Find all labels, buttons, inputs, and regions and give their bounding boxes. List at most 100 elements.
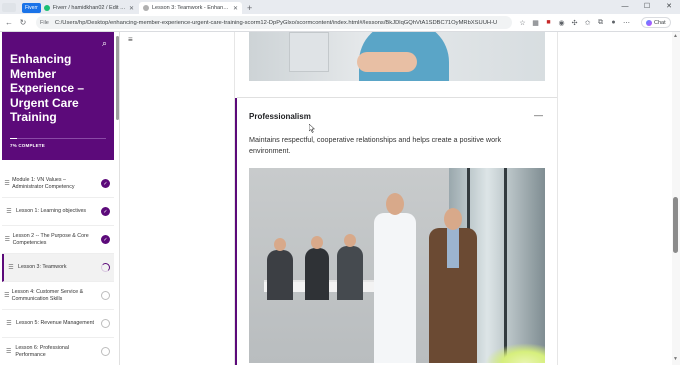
profile-avatar-icon[interactable]: ● bbox=[607, 19, 620, 26]
plus-icon[interactable]: + bbox=[247, 2, 252, 14]
empty-circle-icon bbox=[101, 347, 110, 356]
lesson-content: ≡ Professionalism — Maintains respectful… bbox=[121, 32, 680, 365]
head-shape bbox=[344, 234, 356, 247]
arm-shape bbox=[357, 52, 417, 72]
search-icon[interactable]: ⌕ bbox=[102, 38, 107, 49]
course-sidebar: ⌕ Enhancing Member Experience – Urgent C… bbox=[0, 32, 120, 365]
close-tab-icon[interactable]: ✕ bbox=[233, 5, 238, 12]
page-favicon-icon bbox=[143, 5, 149, 11]
toolbar: ☆ ▦ ■ ◉ ✣ ✩ ⧉ ● ⋯ bbox=[516, 19, 633, 27]
favorites-icon[interactable]: ✩ bbox=[581, 19, 594, 27]
lesson-item[interactable]: ☰ Lesson 6: Professional Performance bbox=[2, 338, 114, 365]
empty-circle-icon bbox=[101, 319, 110, 328]
refresh-icon[interactable]: ↻ bbox=[16, 18, 30, 27]
puzzle-icon[interactable]: ✣ bbox=[568, 19, 581, 27]
fiverr-favicon-icon bbox=[43, 5, 50, 11]
lesson-label: Lesson 4: Customer Service & Communicati… bbox=[11, 289, 84, 302]
lesson-item[interactable]: ☰ Lesson 2 -- The Purpose & Core Compete… bbox=[2, 226, 114, 254]
progress-text: 7% COMPLETE bbox=[10, 143, 45, 148]
tab-title: Lesson 3: Teamwork - Enhancing bbox=[152, 5, 230, 11]
workspaces-button[interactable] bbox=[2, 3, 16, 12]
list-icon: ☰ bbox=[4, 181, 10, 187]
progress-ring-icon bbox=[101, 263, 110, 272]
section-accent-bar bbox=[235, 98, 237, 365]
check-circle-icon: ✓ bbox=[101, 235, 110, 244]
list-icon: ☰ bbox=[6, 321, 12, 327]
head-shape bbox=[386, 193, 404, 215]
shirt-shape bbox=[447, 228, 459, 268]
lesson-item[interactable]: ☰ Lesson 4: Customer Service & Communica… bbox=[2, 282, 114, 310]
scroll-up-icon[interactable]: ▲ bbox=[673, 33, 678, 39]
tablet-shape bbox=[289, 32, 329, 72]
window-frame bbox=[504, 168, 507, 363]
seated-person bbox=[267, 238, 293, 300]
grid-icon[interactable]: ▦ bbox=[529, 19, 542, 27]
copilot-icon bbox=[646, 19, 652, 26]
head-shape bbox=[444, 208, 462, 230]
progress-fill bbox=[10, 138, 17, 139]
content-divider bbox=[557, 32, 558, 365]
businessman-figure bbox=[429, 208, 477, 363]
list-icon: ☰ bbox=[6, 209, 12, 215]
list-icon: ☰ bbox=[4, 293, 10, 299]
mouse-cursor-icon bbox=[309, 124, 315, 133]
menu-toggle-icon[interactable]: ≡ bbox=[128, 35, 133, 44]
file-scheme-label: File bbox=[40, 19, 49, 26]
tab-lesson-3[interactable]: Lesson 3: Teamwork - Enhancing ✕ bbox=[139, 2, 242, 14]
chat-button[interactable]: Chat bbox=[641, 17, 671, 28]
lesson-label: Lesson 6: Professional Performance bbox=[15, 345, 69, 358]
head-shape bbox=[274, 238, 286, 251]
list-icon: ☰ bbox=[8, 265, 14, 271]
nurse-image bbox=[249, 32, 545, 81]
collapse-button[interactable]: — bbox=[534, 110, 543, 120]
sidebar-scrollbar[interactable] bbox=[116, 36, 119, 120]
progress-bar bbox=[10, 138, 106, 139]
tab-title: Fiverr / hamidkhan02 / Edit Gig bbox=[52, 5, 126, 11]
lesson-label: Lesson 5: Revenue Management bbox=[16, 320, 95, 327]
lesson-label: Lesson 3: Teamwork bbox=[18, 264, 67, 271]
star-icon[interactable]: ☆ bbox=[516, 19, 529, 27]
course-header: ⌕ Enhancing Member Experience – Urgent C… bbox=[2, 32, 114, 160]
window-controls: — ☐ ✕ bbox=[614, 0, 680, 14]
check-circle-icon: ✓ bbox=[101, 207, 110, 216]
browser-tab-bar: Fiverr Fiverr / hamidkhan02 / Edit Gig ✕… bbox=[0, 0, 680, 14]
seated-person bbox=[337, 234, 363, 300]
minimize-icon[interactable]: — bbox=[614, 0, 636, 14]
maximize-icon[interactable]: ☐ bbox=[636, 0, 658, 14]
handshake-photo bbox=[249, 168, 545, 363]
list-icon: ☰ bbox=[4, 237, 10, 243]
lesson-label: Lesson 1: Learning objectives bbox=[16, 208, 87, 215]
url-input[interactable]: File C:/Users/hp/Desktop/enhancing-membe… bbox=[36, 16, 512, 29]
lesson-list: ☰ Module 1: VN Values – Administrator Co… bbox=[2, 170, 114, 365]
section-title: Professionalism bbox=[249, 112, 311, 121]
head-shape bbox=[311, 236, 323, 249]
chat-label: Chat bbox=[654, 19, 666, 26]
url-text: C:/Users/hp/Desktop/enhancing-member-exp… bbox=[54, 19, 498, 26]
course-title: Enhancing Member Experience – Urgent Car… bbox=[10, 52, 85, 124]
lesson-item[interactable]: ☰ Lesson 5: Revenue Management bbox=[2, 310, 114, 338]
scroll-down-icon[interactable]: ▼ bbox=[673, 356, 678, 362]
close-tab-icon[interactable]: ✕ bbox=[129, 5, 134, 12]
extension-red-icon[interactable]: ■ bbox=[542, 19, 555, 26]
camera-icon[interactable]: ◉ bbox=[555, 19, 568, 27]
tab-group-badge[interactable]: Fiverr bbox=[22, 3, 41, 13]
section-divider bbox=[237, 97, 557, 98]
address-bar-row: ← ↻ File C:/Users/hp/Desktop/enhancing-m… bbox=[0, 14, 680, 32]
seated-person bbox=[305, 236, 329, 300]
lesson-label: Module 1: VN Values – Administrator Comp… bbox=[12, 177, 75, 190]
doctor-figure bbox=[374, 193, 416, 363]
section-body: Maintains respectful, cooperative relati… bbox=[249, 135, 502, 155]
lesson-item[interactable]: ☰ Lesson 1: Learning objectives ✓ bbox=[2, 198, 114, 226]
content-scrollbar-thumb[interactable] bbox=[673, 197, 678, 253]
close-window-icon[interactable]: ✕ bbox=[658, 0, 680, 14]
list-icon: ☰ bbox=[5, 349, 12, 355]
more-menu-icon[interactable]: ⋯ bbox=[620, 19, 633, 27]
collections-icon[interactable]: ⧉ bbox=[594, 19, 607, 27]
back-icon[interactable]: ← bbox=[2, 18, 16, 27]
empty-circle-icon bbox=[101, 291, 110, 300]
lesson-item[interactable]: ☰ Lesson 3: Teamwork bbox=[2, 254, 114, 282]
lesson-item[interactable]: ☰ Module 1: VN Values – Administrator Co… bbox=[2, 170, 114, 198]
decorative-glow bbox=[485, 343, 545, 363]
tab-fiverr[interactable]: Fiverr Fiverr / hamidkhan02 / Edit Gig ✕ bbox=[18, 2, 138, 14]
lesson-label: Lesson 2 -- The Purpose & Core Competenc… bbox=[12, 233, 89, 246]
